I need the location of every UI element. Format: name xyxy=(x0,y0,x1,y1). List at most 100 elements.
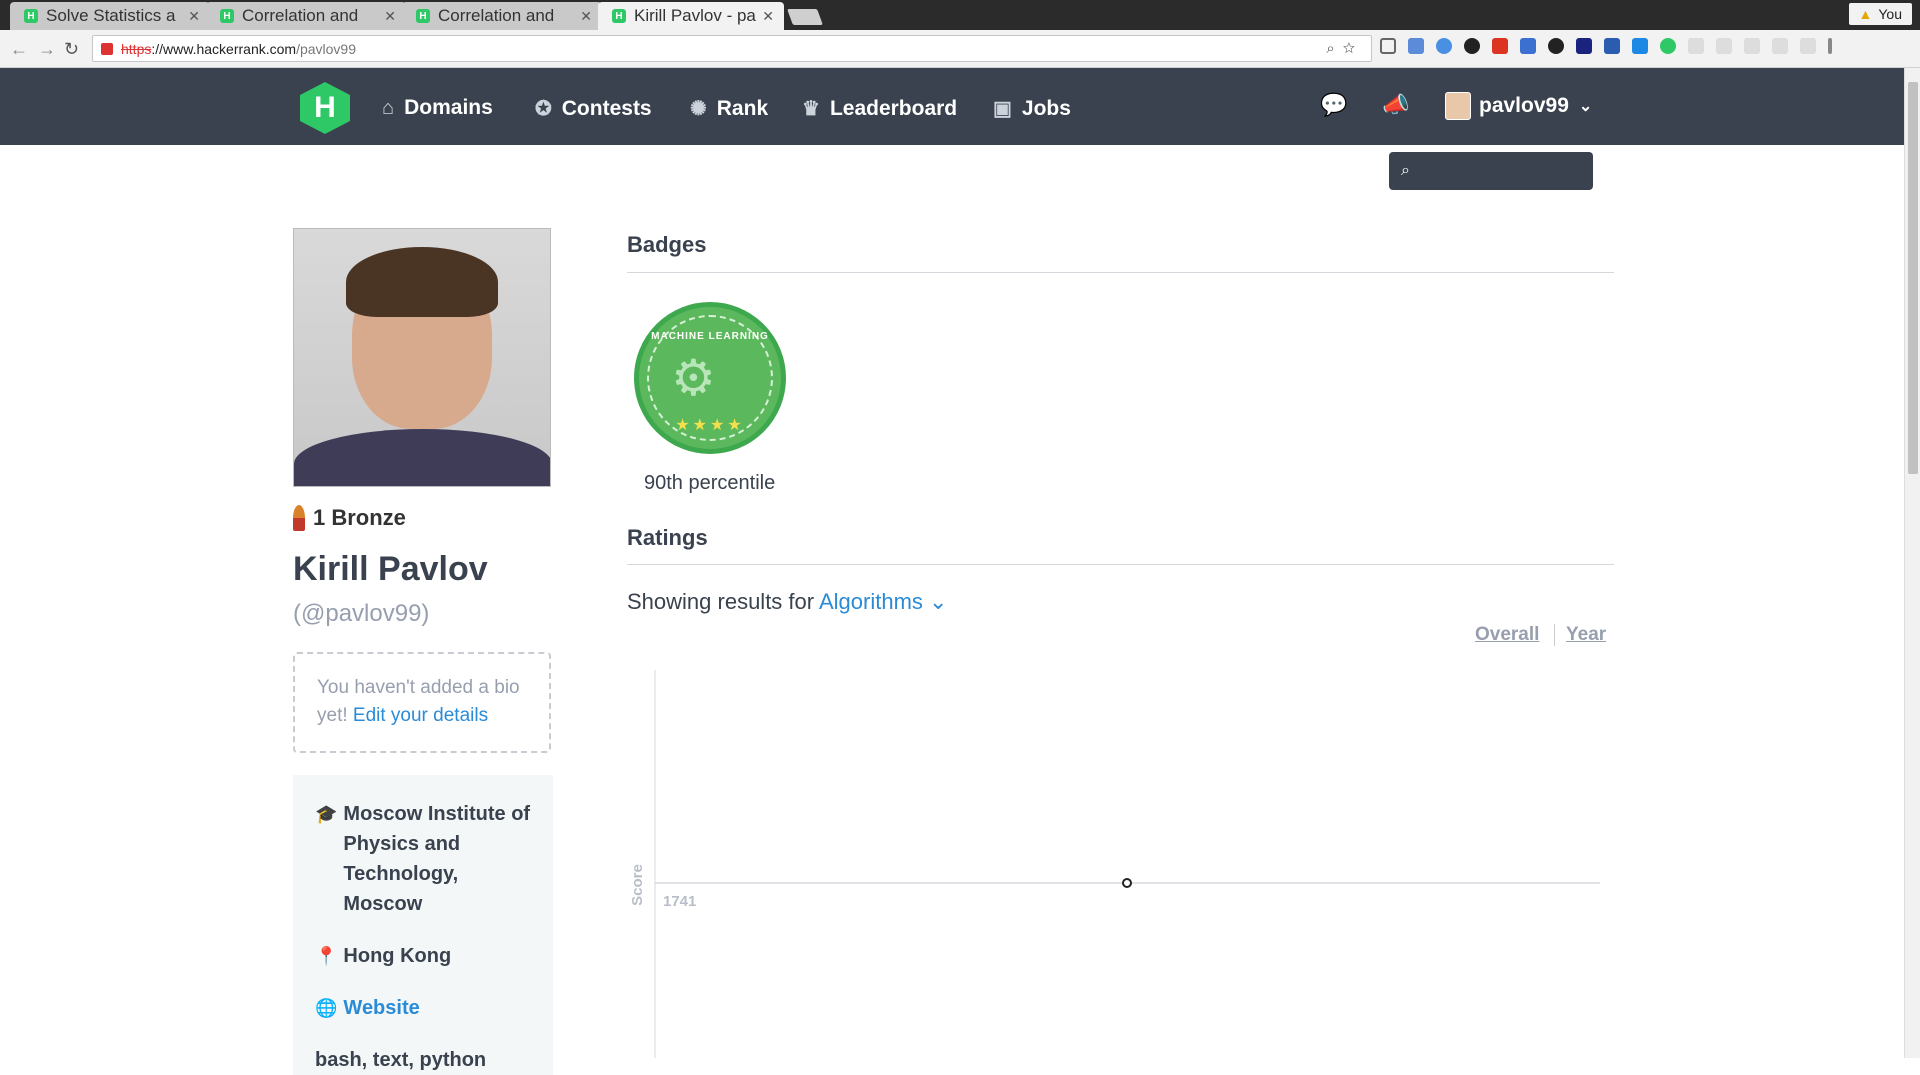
badge-name: MACHINE LEARNING xyxy=(651,331,769,342)
extension-icon[interactable] xyxy=(1492,38,1508,54)
user-menu[interactable]: pavlov99 ⌄ xyxy=(1445,92,1592,120)
extension-icons xyxy=(1380,38,1832,54)
search-input[interactable]: ⌕ xyxy=(1389,152,1593,190)
track-label: Algorithms xyxy=(819,589,923,614)
browser-tab[interactable]: H Correlation and ✕ xyxy=(402,2,602,30)
notifications-megaphone-icon[interactable]: 📣 xyxy=(1382,92,1409,118)
tab-title: Kirill Pavlov - pav xyxy=(634,6,757,25)
home-icon: ⌂ xyxy=(382,96,395,119)
nav-jobs[interactable]: ▣ Jobs xyxy=(993,96,1071,121)
browser-profile-chip[interactable]: ▲ You xyxy=(1848,3,1912,25)
gear-icon[interactable] xyxy=(1464,38,1480,54)
info-website: 🌐 Website xyxy=(315,993,531,1023)
username: pavlov99 xyxy=(1479,94,1569,117)
new-tab-button[interactable] xyxy=(787,9,823,25)
hackerrank-favicon-icon: H xyxy=(416,9,430,23)
graduation-cap-icon: 🎓 xyxy=(315,804,338,824)
trophy-icon: ♛ xyxy=(802,98,820,120)
profile-info-box: 🎓 Moscow Institute of Physics and Techno… xyxy=(293,775,553,1075)
grammarly-icon[interactable] xyxy=(1660,38,1676,54)
extension-icon[interactable] xyxy=(1716,38,1732,54)
address-bar[interactable]: https://www.hackerrank.com/pavlov99 ⌕☆ xyxy=(92,35,1372,62)
globe-icon: 🌐 xyxy=(315,998,338,1018)
period-separator xyxy=(1554,624,1555,646)
url-host: ://www.hackerrank.com xyxy=(151,40,297,57)
extension-icon[interactable] xyxy=(1548,38,1564,54)
warning-icon: ▲ xyxy=(1858,6,1873,22)
briefcase-icon: ▣ xyxy=(993,98,1012,120)
messages-icon[interactable]: 💬 xyxy=(1320,92,1347,118)
browser-tab-active[interactable]: H Kirill Pavlov - pav ✕ xyxy=(598,2,784,30)
tab-title: Correlation and xyxy=(438,6,555,25)
reload-icon[interactable]: ↻ xyxy=(64,39,79,60)
url-protocol: https xyxy=(121,40,152,57)
profile-handle: (@pavlov99) xyxy=(293,600,430,627)
download-icon[interactable] xyxy=(1604,38,1620,54)
edit-details-link[interactable]: Edit your details xyxy=(353,705,488,726)
close-icon[interactable]: ✕ xyxy=(188,8,200,25)
ratings-filter: Showing results for Algorithms ⌄ xyxy=(627,589,947,615)
divider xyxy=(627,564,1614,565)
site-header: H ⌂ Domains ✪ Contests ✺ Rank ♛ Leaderboard … xyxy=(0,68,1904,145)
page-scrollbar[interactable] xyxy=(1904,68,1920,1058)
badge-stars: ★★★★ xyxy=(675,417,745,434)
period-year-tab[interactable]: Year xyxy=(1566,624,1606,646)
photo-hair xyxy=(346,247,498,317)
y-axis-label: Score xyxy=(629,864,646,906)
close-icon[interactable]: ✕ xyxy=(580,8,592,25)
chevron-down-icon: ⌄ xyxy=(929,589,948,614)
browser-tab[interactable]: H Solve Statistics a ✕ xyxy=(10,2,210,30)
insecure-lock-icon xyxy=(101,42,113,55)
track-dropdown[interactable]: Algorithms ⌄ xyxy=(819,589,947,614)
extension-icon[interactable] xyxy=(1772,38,1788,54)
photo-shirt xyxy=(294,429,550,486)
extension-icon[interactable] xyxy=(1632,38,1648,54)
menu-icon[interactable] xyxy=(1828,38,1832,54)
browser-toolbar: ← → ↻ https://www.hackerrank.com/pavlov9… xyxy=(0,30,1920,68)
tab-title: Correlation and xyxy=(242,6,359,25)
y-tick-label: 1741 xyxy=(663,893,696,910)
hackerrank-favicon-icon: H xyxy=(612,9,626,23)
bookmark-star-icon[interactable]: ⌕☆ xyxy=(1326,40,1363,57)
extension-icon[interactable] xyxy=(1744,38,1760,54)
medal-label: 1 Bronze xyxy=(313,505,406,530)
bronze-medal-icon xyxy=(293,505,305,531)
nav-rank[interactable]: ✺ Rank xyxy=(690,96,768,121)
profile-photo xyxy=(293,228,551,487)
scrollbar-thumb[interactable] xyxy=(1908,82,1918,474)
back-icon[interactable]: ← xyxy=(10,39,28,60)
gears-icon: ⚙ xyxy=(671,350,716,406)
extension-icon[interactable] xyxy=(1436,38,1452,54)
tab-title: Solve Statistics a xyxy=(46,6,176,25)
extension-icon[interactable] xyxy=(1800,38,1816,54)
hackerrank-favicon-icon: H xyxy=(24,9,38,23)
medal-count: 1 Bronze xyxy=(293,505,406,531)
hackerrank-logo[interactable]: H xyxy=(300,82,350,134)
nav-contests[interactable]: ✪ Contests xyxy=(535,96,652,121)
period-overall-tab[interactable]: Overall xyxy=(1475,624,1539,646)
nav-domains[interactable]: ⌂ Domains xyxy=(382,96,493,120)
badge-caption: 90th percentile xyxy=(644,472,776,494)
info-school: 🎓 Moscow Institute of Physics and Techno… xyxy=(315,799,531,919)
browser-tab[interactable]: H Correlation and ✕ xyxy=(206,2,406,30)
extension-icon[interactable] xyxy=(1688,38,1704,54)
machine-learning-badge[interactable]: MACHINE LEARNING ⚙ ★★★★ xyxy=(634,302,786,454)
extension-icon[interactable] xyxy=(1408,38,1424,54)
info-location: 📍 Hong Kong xyxy=(315,941,531,971)
rating-point[interactable] xyxy=(1122,878,1132,888)
close-icon[interactable]: ✕ xyxy=(762,8,774,25)
close-icon[interactable]: ✕ xyxy=(384,8,396,25)
avatar xyxy=(1445,92,1471,120)
showing-prefix: Showing results for xyxy=(627,589,815,614)
rating-chart: Score 1741 xyxy=(629,670,1600,1058)
school-name: Moscow Institute of Physics and Technolo… xyxy=(343,803,531,915)
info-languages: bash, text, python xyxy=(315,1045,531,1075)
extension-icon[interactable] xyxy=(1520,38,1536,54)
forward-icon[interactable]: → xyxy=(38,39,56,60)
website-link[interactable]: Website xyxy=(343,993,419,1023)
nav-leaderboard[interactable]: ♛ Leaderboard xyxy=(802,96,957,121)
ratings-heading: Ratings xyxy=(627,525,708,550)
extension-icon[interactable] xyxy=(1576,38,1592,54)
url-path: /pavlov99 xyxy=(296,40,357,57)
cast-icon[interactable] xyxy=(1380,38,1396,54)
